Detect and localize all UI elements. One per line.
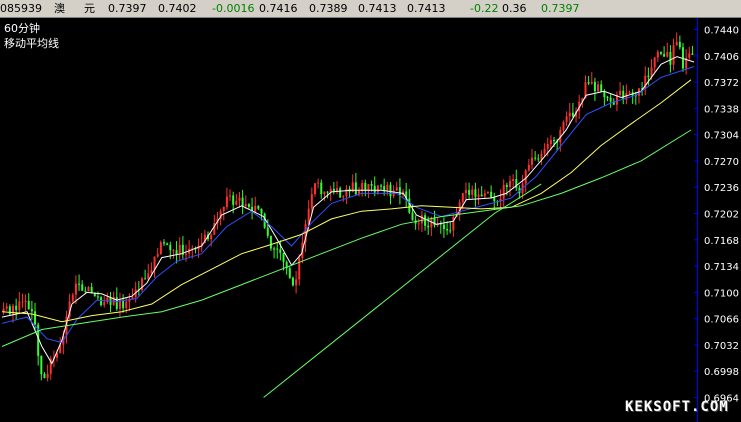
period-label: 60分钟 xyxy=(4,22,40,35)
quote-change: -0.0016 xyxy=(212,2,255,15)
indicator-label: 移动平均线 xyxy=(4,37,59,50)
quote-value-5: 0.36 xyxy=(502,2,527,15)
y-tick-label: 0.7270 xyxy=(704,157,739,168)
panel-label: 60分钟 移动平均线 xyxy=(4,21,59,51)
y-tick-label: 0.7440 xyxy=(704,26,739,37)
symbol-name-2: 元 xyxy=(84,2,95,15)
quote-value-2: 0.7389 xyxy=(309,2,348,15)
y-tick-label: 0.6998 xyxy=(704,367,739,378)
price-chart[interactable]: 0.7440 0.7406 0.7372 0.7338 0.7304 0.7270 0.72… xyxy=(0,18,741,422)
candle xyxy=(140,276,143,292)
y-tick-label: 0.7066 xyxy=(704,315,739,326)
y-tick-label: 0.7338 xyxy=(704,104,739,115)
quote-bar: 085939 澳 元 0.7397 0.7402 -0.0016 0.7416 … xyxy=(0,0,741,18)
quote-value-3: 0.7413 xyxy=(358,2,397,15)
y-tick-label: 0.7406 xyxy=(704,52,739,63)
candle xyxy=(681,42,684,72)
y-tick-label: 0.7134 xyxy=(704,262,739,273)
candle xyxy=(100,295,103,307)
quote-last: 0.7397 xyxy=(541,2,580,15)
y-tick-label: 0.7100 xyxy=(704,288,739,299)
watermark-logo: KEKSOFT.COM xyxy=(625,399,729,415)
quote-value-1: 0.7416 xyxy=(259,2,298,15)
y-tick-label: 0.7236 xyxy=(704,183,739,194)
symbol-code: 085939 xyxy=(0,2,42,15)
y-tick-label: 0.7032 xyxy=(704,341,739,352)
chart-background xyxy=(0,18,741,422)
quote-open: 0.7397 xyxy=(108,2,147,15)
y-tick-label: 0.7202 xyxy=(704,210,739,221)
y-tick-label: 0.7304 xyxy=(704,131,739,142)
candle xyxy=(291,276,294,287)
candle xyxy=(159,240,162,255)
symbol-name-1: 澳 xyxy=(54,2,65,15)
y-tick-label: 0.7372 xyxy=(704,78,739,89)
quote-percent: -0.22 xyxy=(470,2,499,15)
y-tick-label: 0.7168 xyxy=(704,236,739,247)
quote-value-4: 0.7413 xyxy=(407,2,446,15)
quote-high: 0.7402 xyxy=(158,2,197,15)
